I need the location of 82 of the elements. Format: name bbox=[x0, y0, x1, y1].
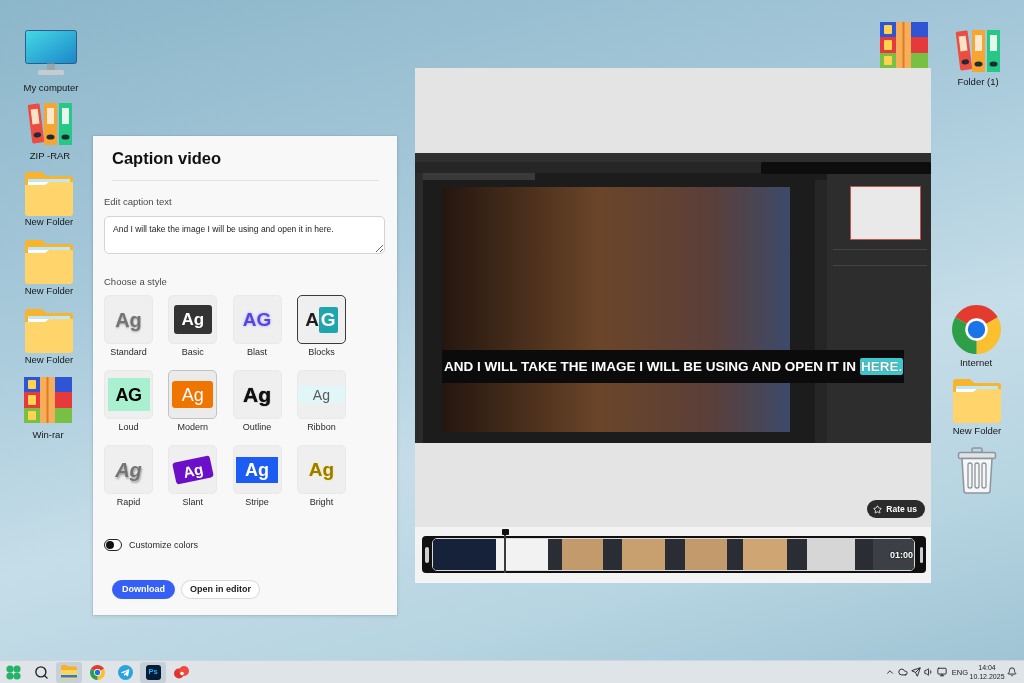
style-name: Rapid bbox=[116, 496, 141, 508]
panel-title: Caption video bbox=[112, 148, 222, 169]
style-tile[interactable]: Ag bbox=[232, 370, 282, 419]
style-preview: Ag bbox=[115, 309, 142, 330]
binders-icon[interactable] bbox=[26, 101, 74, 146]
style-preview: AG bbox=[242, 310, 272, 329]
style-name: Blast bbox=[247, 346, 268, 358]
style-name: Basic bbox=[181, 346, 204, 358]
style-preview: Ag bbox=[115, 459, 142, 480]
style-tile[interactable]: AG bbox=[104, 370, 153, 419]
style-preview: Ag bbox=[171, 454, 214, 485]
style-tile[interactable]: Ag bbox=[104, 295, 153, 344]
trash-icon[interactable] bbox=[957, 447, 997, 494]
desktop-icon-label[interactable]: Win-rar bbox=[32, 429, 64, 441]
download-button[interactable]: Download bbox=[112, 580, 175, 599]
chevron-up-icon[interactable] bbox=[885, 667, 896, 677]
strapped-grid-icon[interactable] bbox=[880, 22, 928, 68]
strapped-grid-icon[interactable] bbox=[24, 377, 72, 423]
style-name: Loud bbox=[118, 421, 139, 433]
clover-icon bbox=[5, 664, 21, 680]
style-preview: Ag bbox=[236, 456, 279, 483]
style-tile[interactable]: AG bbox=[232, 295, 282, 344]
style-name: Slant bbox=[182, 496, 204, 508]
style-name: Stripe bbox=[245, 496, 269, 508]
cloud-icon[interactable] bbox=[898, 667, 909, 677]
trim-handle[interactable] bbox=[425, 546, 429, 563]
style-tile[interactable]: Ag bbox=[104, 445, 153, 494]
style-tile[interactable]: Ag bbox=[296, 445, 346, 494]
desktop-icon-label[interactable]: ZIP -RAR bbox=[29, 150, 71, 162]
style-preview: Ag bbox=[243, 384, 272, 405]
duration-label: 01:00 bbox=[889, 550, 913, 559]
desktop-icon-label[interactable]: New Folder bbox=[24, 354, 74, 366]
star-icon bbox=[873, 504, 883, 514]
toggle-label: Customize colors bbox=[129, 539, 199, 551]
desktop-icon-label[interactable]: New Folder bbox=[24, 285, 74, 297]
style-preview: A bbox=[305, 310, 319, 329]
style-name: Modern bbox=[177, 421, 209, 433]
style-preview: Ag bbox=[172, 381, 214, 408]
style-preview: Ag bbox=[173, 305, 212, 334]
desktop-icon-label[interactable]: New Folder bbox=[952, 425, 1002, 437]
style-name: Blocks bbox=[308, 346, 335, 358]
style-tile[interactable]: AG bbox=[296, 295, 346, 344]
open-editor-button[interactable]: Open in editor bbox=[181, 580, 260, 599]
style-name: Bright bbox=[309, 496, 334, 508]
speaker-icon[interactable] bbox=[924, 667, 935, 677]
style-name: Ribbon bbox=[307, 421, 336, 433]
desktop-icon-label[interactable]: Internet bbox=[959, 357, 993, 369]
paper-plane-icon bbox=[117, 664, 133, 680]
segmented-circle-icon[interactable] bbox=[951, 305, 1001, 354]
style-preview: AG bbox=[107, 378, 150, 411]
field-label: Edit caption text bbox=[104, 195, 172, 209]
segmented-circle-icon bbox=[89, 664, 105, 680]
style-name: Standard bbox=[110, 346, 147, 358]
caption-preview-text: AND I WILL TAKE THE IMAGE I WILL BE USING AND OPEN IT IN bbox=[444, 359, 856, 374]
style-tile[interactable]: Ag bbox=[296, 370, 346, 419]
caption-text-field[interactable]: And I will take the image I will be using and open it in here. bbox=[104, 216, 385, 254]
monitor-icon[interactable] bbox=[937, 667, 948, 677]
style-preview-block: G bbox=[318, 306, 338, 333]
desktop-icon-label[interactable]: New Folder bbox=[24, 216, 74, 228]
monitor-icon[interactable] bbox=[25, 30, 77, 76]
timeline-strip[interactable]: 01:00 bbox=[422, 536, 926, 573]
desktop-icon-label[interactable]: My computer bbox=[23, 82, 79, 94]
style-tile[interactable]: Ag bbox=[168, 445, 218, 494]
circles-icon bbox=[173, 665, 189, 679]
trim-handle[interactable] bbox=[919, 546, 923, 563]
caption-highlight-word: HERE. bbox=[860, 357, 904, 376]
style-tile[interactable]: Ag bbox=[168, 295, 218, 344]
desktop-icon-label[interactable]: Folder (1) bbox=[957, 76, 999, 88]
folder-icon bbox=[61, 665, 77, 679]
style-preview: Ag bbox=[308, 460, 335, 479]
section-label: Choose a style bbox=[104, 275, 167, 289]
style-name: Outline bbox=[242, 421, 272, 433]
search-icon bbox=[33, 664, 49, 680]
style-preview: Ag bbox=[297, 386, 345, 403]
thumbnail-placeholder bbox=[432, 539, 496, 570]
playhead[interactable] bbox=[501, 529, 509, 573]
paper-plane-icon[interactable] bbox=[911, 667, 922, 677]
binders-icon[interactable] bbox=[954, 28, 1002, 73]
notification-bell-icon[interactable] bbox=[1007, 667, 1017, 677]
rate-us-button[interactable]: Rate us bbox=[867, 500, 925, 518]
customize-colors-toggle[interactable] bbox=[104, 539, 122, 551]
style-tile[interactable]: Ag bbox=[232, 445, 282, 494]
